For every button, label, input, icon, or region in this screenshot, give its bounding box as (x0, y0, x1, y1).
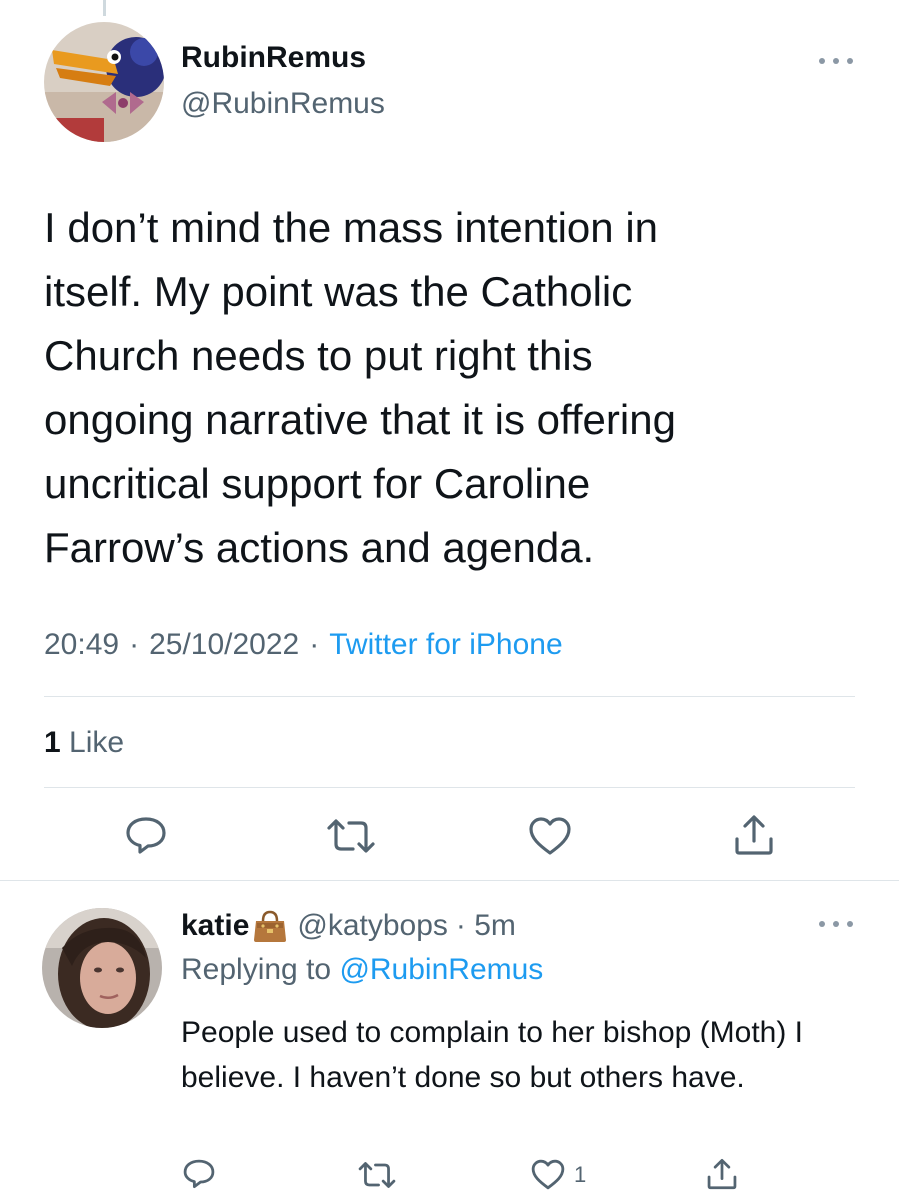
share-button[interactable] (733, 813, 775, 857)
avatar[interactable] (42, 908, 162, 1028)
thread-connector-line (103, 0, 106, 16)
more-options-icon[interactable] (819, 55, 853, 67)
like-count: 1 (574, 1161, 587, 1187)
tweet-metadata: 20:49 · 25/10/2022 · Twitter for iPhone (44, 628, 563, 662)
likes-summary[interactable]: 1 Like (44, 726, 124, 760)
share-icon (707, 1158, 737, 1190)
replying-prefix: Replying to (181, 953, 332, 986)
like-icon (529, 817, 571, 855)
tweet-time[interactable]: 20:49 (44, 628, 119, 661)
divider (0, 880, 899, 881)
like-button[interactable]: 1 (530, 1158, 586, 1191)
tweet-source-link[interactable]: Twitter for iPhone (329, 628, 562, 661)
user-handle[interactable]: @RubinRemus (181, 87, 385, 121)
retweet-icon (327, 819, 375, 853)
reply-time[interactable]: · 5m (456, 909, 516, 943)
separator: · (129, 628, 140, 661)
like-button[interactable] (527, 815, 573, 857)
replying-to-line: Replying to @RubinRemus (181, 953, 543, 987)
share-button[interactable] (706, 1157, 738, 1191)
more-options-icon[interactable] (819, 918, 853, 930)
likes-label: Like (69, 726, 125, 759)
tweet-date[interactable]: 25/10/2022 (149, 628, 299, 661)
replying-to-handle[interactable]: @RubinRemus (339, 953, 543, 986)
retweet-button[interactable] (325, 818, 377, 854)
reply-icon (183, 1159, 215, 1189)
handbag-icon (254, 910, 287, 942)
reply-button[interactable] (124, 815, 168, 855)
divider (44, 696, 855, 697)
user-handle[interactable]: @katybops (297, 909, 448, 943)
divider (44, 787, 855, 788)
reply-text: People used to complain to her bishop (M… (181, 1016, 804, 1094)
reply-icon (126, 817, 166, 854)
tweet-text: I don’t mind the mass intention in itsel… (44, 204, 676, 571)
retweet-icon (358, 1162, 396, 1188)
share-icon (735, 815, 773, 855)
reply-button[interactable] (182, 1158, 216, 1189)
retweet-button[interactable] (357, 1161, 397, 1189)
like-icon (531, 1159, 565, 1190)
display-name[interactable]: RubinRemus (181, 41, 366, 75)
likes-count: 1 (44, 726, 61, 759)
separator: · (309, 628, 320, 661)
reply-header: katie @katybops · 5m (181, 903, 516, 949)
avatar[interactable] (44, 22, 164, 142)
display-name[interactable]: katie (181, 909, 249, 943)
